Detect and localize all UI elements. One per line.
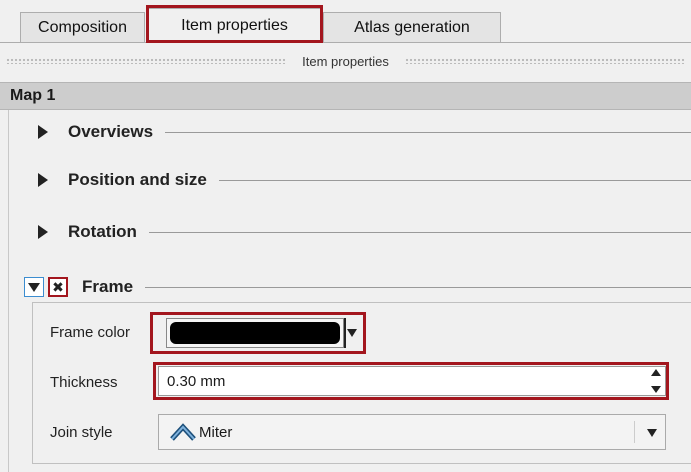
group-position-and-size[interactable]: Position and size: [38, 166, 691, 194]
combo-arrow[interactable]: [647, 429, 657, 437]
collapse-button[interactable]: [24, 277, 44, 297]
expand-arrow-icon[interactable]: [38, 173, 48, 187]
group-label: Rotation: [68, 222, 137, 241]
color-swatch: [170, 322, 340, 344]
group-separator: [145, 286, 691, 288]
group-separator: [165, 131, 691, 133]
chevron-down-icon: [347, 329, 357, 337]
group-label: Overviews: [68, 122, 154, 141]
collapse-arrow-icon: [28, 282, 40, 292]
tab-bar: Composition Item properties Atlas genera…: [0, 0, 691, 44]
group-label: Position and size: [68, 170, 207, 189]
thickness-value: 0.30 mm: [167, 372, 226, 390]
item-header: Map 1: [0, 82, 691, 110]
tab-label: Composition: [38, 18, 127, 36]
join-style-value: Miter: [199, 423, 233, 441]
check-x-icon: ✖: [52, 279, 64, 295]
expand-arrow-icon[interactable]: [38, 225, 48, 239]
dock-title: Item properties: [302, 53, 389, 69]
spin-down-icon[interactable]: [651, 386, 661, 393]
tab-label: Atlas generation: [354, 18, 470, 36]
combo-separator: [634, 421, 635, 443]
grip-right-icon: [404, 58, 686, 64]
miter-join-icon: [170, 423, 196, 441]
thickness-label: Thickness: [50, 374, 118, 391]
tab-label: Item properties: [181, 16, 288, 34]
group-separator: [218, 179, 691, 181]
tab-composition[interactable]: Composition: [20, 12, 145, 42]
panel-border: [8, 110, 9, 472]
group-overviews[interactable]: Overviews: [38, 118, 691, 146]
grip-left-icon: [6, 58, 287, 64]
tab-divider: [0, 42, 691, 43]
dock-title-bar[interactable]: Item properties: [0, 46, 691, 76]
thickness-spinbox[interactable]: 0.30 mm: [158, 366, 666, 396]
group-label: Frame: [82, 277, 134, 296]
group-rotation[interactable]: Rotation: [38, 218, 691, 246]
tab-item-properties[interactable]: Item properties: [148, 8, 321, 42]
frame-color-dropdown[interactable]: [344, 318, 358, 348]
frame-checkbox[interactable]: ✖: [48, 277, 68, 297]
expand-arrow-icon[interactable]: [38, 125, 48, 139]
chevron-down-icon: [647, 429, 657, 437]
spin-up-icon[interactable]: [651, 369, 661, 376]
join-style-label: Join style: [50, 424, 113, 441]
tab-atlas-generation[interactable]: Atlas generation: [323, 12, 501, 42]
join-style-select[interactable]: Miter: [158, 414, 666, 450]
group-frame-header[interactable]: ✖ Frame: [24, 272, 691, 302]
frame-color-button[interactable]: [166, 318, 344, 348]
group-separator: [148, 231, 691, 233]
frame-color-label: Frame color: [50, 324, 131, 341]
item-name: Map 1: [10, 87, 56, 104]
spin-arrows[interactable]: [649, 369, 663, 393]
